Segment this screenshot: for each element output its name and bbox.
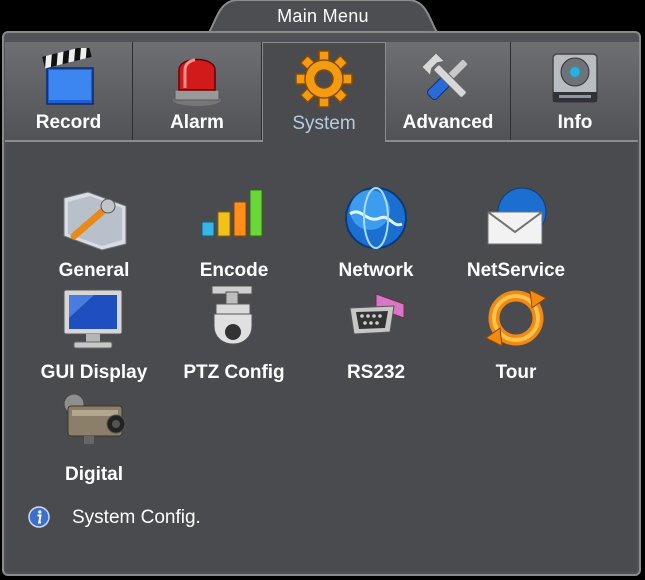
menu-item-gui-display-label: GUI Display	[40, 362, 148, 383]
tab-record-label: Record	[35, 112, 102, 133]
globe-icon	[345, 187, 407, 249]
clapperboard-icon	[41, 48, 94, 105]
menu-item-digital-label: Digital	[64, 464, 124, 485]
general-settings-icon	[63, 191, 127, 251]
gear-icon	[295, 50, 353, 108]
menu-item-general-label: General	[58, 260, 130, 281]
menu-item-encode-label: Encode	[199, 260, 269, 281]
status-text: System Config.	[72, 507, 201, 528]
main-menu-window: Main Menu Record Alarm System Advanced I…	[0, 0, 645, 580]
tab-info[interactable]: Info	[511, 42, 639, 141]
serial-port-icon	[349, 293, 405, 335]
envelope-icon	[487, 187, 547, 245]
tab-system[interactable]: System	[262, 42, 386, 143]
tab-record[interactable]: Record	[5, 42, 133, 141]
menu-item-ptz-config[interactable]: PTZ Config	[169, 286, 299, 386]
menu-item-rs232-label: RS232	[346, 362, 406, 383]
tools-icon	[421, 52, 469, 101]
menu-item-network[interactable]: Network	[311, 184, 441, 284]
tab-advanced[interactable]: Advanced	[386, 42, 511, 141]
window-title: Main Menu	[277, 6, 369, 26]
menu-item-tour[interactable]: Tour	[451, 286, 581, 386]
tab-advanced-label: Advanced	[402, 112, 494, 133]
menu-item-netservice-label: NetService	[466, 260, 566, 281]
menu-item-digital[interactable]: Digital	[29, 388, 159, 488]
menu-item-network-label: Network	[338, 260, 414, 281]
tab-system-label: System	[292, 113, 356, 134]
menu-item-general[interactable]: General	[29, 184, 159, 284]
menu-item-rs232[interactable]: RS232	[311, 286, 441, 386]
menu-item-gui-display[interactable]: GUI Display	[29, 286, 159, 386]
monitor-icon	[63, 289, 123, 349]
tab-bar: Record Alarm System Advanced Info	[5, 42, 639, 143]
dome-camera-icon	[211, 286, 253, 345]
menu-item-ptz-config-label: PTZ Config	[183, 362, 285, 383]
info-icon	[28, 506, 50, 528]
tab-alarm[interactable]: Alarm	[133, 42, 262, 141]
menu-item-netservice[interactable]: NetService	[451, 184, 581, 284]
cycle-arrows-icon	[485, 289, 547, 347]
menu-item-encode[interactable]: Encode	[169, 184, 299, 284]
tab-info-label: Info	[557, 112, 593, 133]
menu-item-tour-label: Tour	[495, 362, 537, 383]
hard-drive-icon	[552, 53, 598, 103]
camera-icon	[63, 393, 126, 444]
siren-icon	[173, 58, 221, 106]
bar-chart-icon	[201, 189, 263, 237]
tab-alarm-label: Alarm	[170, 112, 224, 133]
